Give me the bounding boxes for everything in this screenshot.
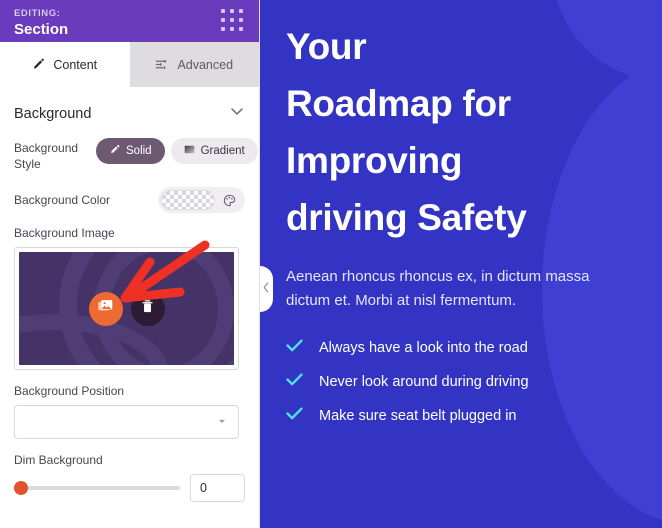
- check-icon: [286, 373, 303, 390]
- slider-track: [14, 486, 181, 490]
- heading-line-1: Your: [286, 26, 367, 67]
- page-title: Your Roadmap for Improving driving Safet…: [286, 18, 636, 246]
- background-section-header[interactable]: Background: [14, 87, 245, 138]
- caret-down-icon: [216, 415, 228, 430]
- background-image-preview[interactable]: [14, 247, 239, 370]
- chevron-left-icon: [263, 280, 270, 298]
- pencil-icon: [32, 58, 45, 71]
- background-style-solid-button[interactable]: Solid: [96, 138, 165, 164]
- delete-image-button[interactable]: [130, 291, 165, 326]
- check-icon: [286, 339, 303, 356]
- background-color-swatch[interactable]: [161, 190, 215, 210]
- page-preview: Your Roadmap for Improving driving Safet…: [260, 0, 662, 528]
- dim-background-label: Dim Background: [14, 453, 103, 467]
- trash-icon: [140, 299, 155, 319]
- background-style-solid-label: Solid: [126, 145, 152, 157]
- background-color-row: Background Color: [14, 186, 245, 214]
- settings-sidebar: EDITING: Section Content Advanced Backgr…: [0, 0, 260, 528]
- list-item: Always have a look into the road: [286, 339, 636, 356]
- dim-background-input[interactable]: 0: [190, 474, 245, 502]
- sidebar-body: Background Background Style Solid Gradie…: [0, 87, 259, 528]
- chevron-down-icon[interactable]: [229, 103, 245, 124]
- dim-background-value: 0: [200, 481, 207, 495]
- background-color-label: Background Color: [14, 193, 111, 207]
- page-editor-screen: EDITING: Section Content Advanced Backgr…: [0, 0, 662, 528]
- images-icon: [97, 298, 114, 320]
- background-style-row: Background Style Solid Gradient: [14, 138, 258, 178]
- heading-line-3: Improving: [286, 140, 463, 181]
- list-item-label: Always have a look into the road: [319, 339, 528, 356]
- gradient-icon: [184, 144, 195, 158]
- sidebar-collapse-handle[interactable]: [260, 266, 273, 312]
- sliders-icon: [155, 58, 169, 71]
- heading-line-2: Roadmap for: [286, 83, 511, 124]
- palette-icon[interactable]: [219, 190, 239, 210]
- dim-background-slider[interactable]: [14, 479, 181, 497]
- background-image-label: Background Image: [14, 226, 115, 240]
- tab-advanced-label: Advanced: [177, 57, 234, 72]
- tab-advanced[interactable]: Advanced: [129, 42, 259, 87]
- editing-label: EDITING:: [14, 8, 61, 19]
- background-position-label: Background Position: [14, 384, 125, 398]
- settings-tabs: Content Advanced: [0, 42, 259, 87]
- sidebar-header: EDITING: Section: [0, 0, 259, 42]
- slider-handle[interactable]: [14, 481, 28, 495]
- tab-content-label: Content: [53, 57, 98, 72]
- background-section-title: Background: [14, 105, 92, 122]
- tab-content[interactable]: Content: [0, 42, 130, 87]
- list-item-label: Never look around during driving: [319, 373, 529, 390]
- heading-line-4: driving Safety: [286, 197, 527, 238]
- dim-background-row: 0: [14, 474, 245, 502]
- background-position-select[interactable]: [14, 405, 239, 439]
- list-item: Make sure seat belt plugged in: [286, 407, 636, 424]
- background-image-actions: [15, 291, 238, 326]
- background-style-label: Background Style: [14, 141, 79, 171]
- change-image-button[interactable]: [88, 291, 123, 326]
- background-style-gradient-label: Gradient: [200, 145, 245, 157]
- editing-title: Section: [14, 21, 69, 38]
- eyedropper-icon: [109, 144, 120, 158]
- feature-checklist: Always have a look into the road Never l…: [286, 339, 636, 424]
- background-color-control: [158, 187, 245, 213]
- list-item-label: Make sure seat belt plugged in: [319, 407, 517, 424]
- background-style-gradient-button[interactable]: Gradient: [170, 138, 258, 164]
- background-style-toggle: Solid Gradient: [96, 138, 258, 164]
- check-icon: [286, 407, 303, 424]
- grid-dots-icon[interactable]: [221, 9, 245, 33]
- page-paragraph: Aenean rhoncus rhoncus ex, in dictum mas…: [286, 268, 590, 309]
- list-item: Never look around during driving: [286, 373, 636, 390]
